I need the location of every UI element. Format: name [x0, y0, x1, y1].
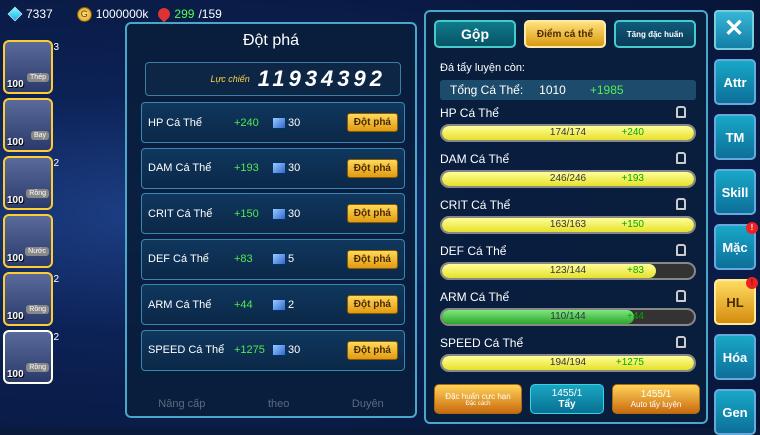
breakthrough-button[interactable]: Đột phá [346, 340, 398, 360]
tab-bar: Gộp Điểm cá thể Tăng đặc huấn [426, 12, 706, 48]
breakthrough-row: HP Cá Thể +240 30 Đột phá [141, 102, 405, 143]
stat-row: ARM Cá Thể 110/144 +44 [440, 290, 696, 330]
stat-row: DEF Cá Thể 123/144 +83 [440, 244, 696, 284]
stat-row: CRIT Cá Thể 163/163 +150 [440, 198, 696, 238]
tab-merge[interactable]: Gộp [434, 20, 516, 48]
book-icon [272, 162, 286, 174]
total-individual-row: Tổng Cá Thể: 1010 +1985 [440, 80, 696, 100]
pet-slot[interactable]: 100 Rồng 2 [3, 156, 59, 210]
action-bar: Đặc huấn cực hạn Đặc cách 1455/1 Tẩy 1455/… [434, 384, 704, 414]
reroll-button[interactable]: 1455/1 Tẩy [530, 384, 604, 414]
combat-power-box: Lực chiến 11934392 [145, 62, 401, 96]
nav-attr[interactable]: Attr [714, 59, 756, 105]
stat-bar: 110/144 +44 [440, 308, 696, 326]
lock-icon[interactable] [676, 198, 686, 210]
lock-icon[interactable] [676, 244, 686, 256]
lock-icon[interactable] [676, 152, 686, 164]
panel-title: Đột phá [242, 32, 300, 49]
tab-special-training[interactable]: Tăng đặc huấn [614, 20, 696, 48]
book-icon [272, 344, 286, 356]
alert-icon: ! [746, 222, 758, 234]
breakthrough-row: SPEED Cá Thể +1275 30 Đột phá [141, 329, 405, 371]
breakthrough-button[interactable]: Đột phá [346, 113, 398, 132]
breakthrough-panel: Đột phá Lực chiến 11934392 HP Cá Thể +240… [125, 22, 417, 418]
panel-footer: Nâng cấp theo Duyên [158, 398, 384, 410]
pet-slot[interactable]: 100 Rồng 2 [3, 330, 59, 384]
pet-slot[interactable]: 100 Nước [3, 214, 53, 268]
nav-hoa[interactable]: Hóa [714, 334, 756, 380]
stat-row: DAM Cá Thể 246/246 +193 [440, 152, 696, 192]
stat-bar: 194/194 +1275 [440, 354, 696, 372]
breakthrough-list: HP Cá Thể +240 30 Đột phá DAM Cá Thể +193 30 Đ… [141, 102, 405, 375]
lock-icon[interactable] [676, 106, 686, 118]
breakthrough-button[interactable]: Đột phá [346, 158, 398, 178]
breakthrough-button[interactable]: Đột phá [346, 204, 398, 223]
book-icon [272, 298, 286, 311]
pet-slot[interactable]: 100 Thép 3 [3, 40, 59, 94]
book-icon [272, 207, 286, 220]
nav-mac[interactable]: Mặc! [714, 222, 758, 270]
breakthrough-button[interactable]: Đột phá [346, 295, 398, 314]
combat-power-label: Lực chiến [210, 74, 250, 84]
heart-icon [155, 5, 173, 23]
nav-hl[interactable]: HL! [714, 277, 758, 325]
coin-icon: G [76, 6, 92, 22]
breakthrough-row: DAM Cá Thể +193 30 Đột phá [141, 147, 405, 189]
lock-icon[interactable] [676, 336, 686, 348]
breakthrough-row: DEF Cá Thể +83 5 Đột phá [141, 238, 405, 280]
extreme-training-button[interactable]: Đặc huấn cực hạn Đặc cách [434, 384, 522, 414]
lock-icon[interactable] [676, 290, 686, 302]
stat-bar: 123/144 +83 [440, 262, 696, 280]
individual-points-panel: Gộp Điểm cá thể Tăng đặc huấn Đá tẩy luy… [424, 10, 708, 424]
stat-row: SPEED Cá Thể 194/194 +1275 [440, 336, 696, 376]
stat-row: HP Cá Thể 174/174 +240 [440, 106, 696, 146]
gold-counter: G 1000000k [76, 6, 148, 22]
nav-tm[interactable]: TM [714, 114, 756, 160]
gem-icon [7, 6, 23, 22]
alert-icon: ! [746, 277, 758, 289]
book-icon [272, 116, 286, 129]
breakthrough-row: CRIT Cá Thể +150 30 Đột phá [141, 193, 405, 234]
nav-gen[interactable]: Gen [714, 389, 756, 435]
pet-list: 100 Thép 3 100 Bay 100 Rồng 2 100 Nước 100 Rồng… [3, 40, 61, 388]
heart-counter: 299/159 [155, 5, 222, 23]
close-button[interactable]: ✕ [714, 10, 754, 50]
right-nav: ✕ Attr TM Skill Mặc! HL! Hóa Gen [712, 10, 758, 435]
stat-bar: 174/174 +240 [440, 124, 696, 142]
stat-bar: 163/163 +150 [440, 216, 696, 234]
pet-slot[interactable]: 100 Bay [3, 98, 53, 152]
pet-slot[interactable]: 100 Rồng 2 [3, 272, 59, 326]
auto-reroll-button[interactable]: 1455/1 Auto tẩy luyện [612, 384, 700, 414]
breakthrough-row: ARM Cá Thể +44 2 Đột phá [141, 284, 405, 325]
combat-power-value: 11934392 [257, 66, 386, 91]
breakthrough-button[interactable]: Đột phá [346, 249, 398, 269]
tab-individual-points[interactable]: Điểm cá thể [524, 20, 606, 48]
gem-counter: 7337 [7, 6, 53, 22]
nav-skill[interactable]: Skill [714, 169, 756, 215]
remaining-stones-label: Đá tẩy luyện còn: [440, 62, 525, 74]
book-icon [272, 253, 286, 265]
stat-bar: 246/246 +193 [440, 170, 696, 188]
